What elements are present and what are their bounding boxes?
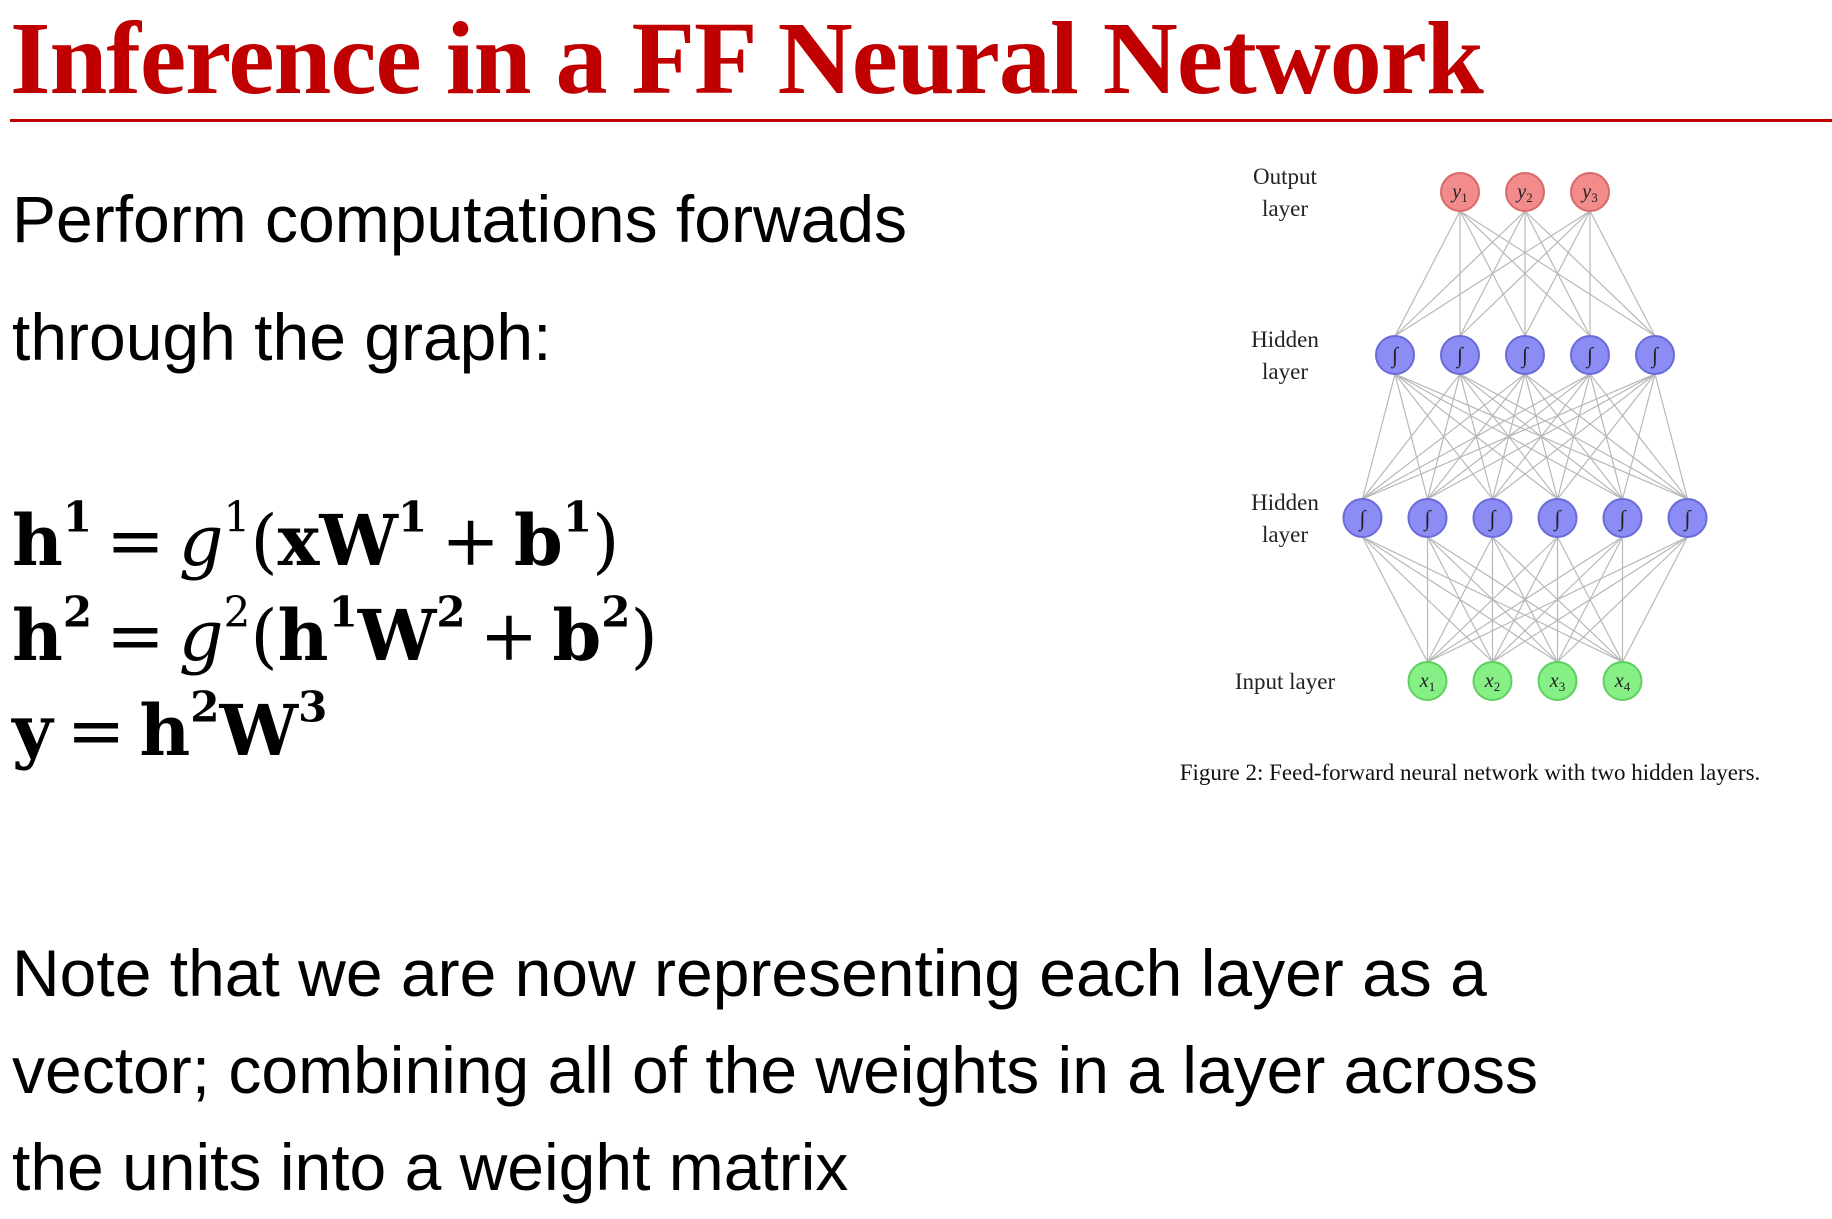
eq2-plus: + bbox=[479, 595, 539, 677]
intro-text: Perform computations forwads through the… bbox=[12, 160, 907, 396]
eq2-equals: = bbox=[106, 595, 165, 677]
eq3-w: W bbox=[219, 689, 299, 772]
eq1-bias-sup: 1 bbox=[562, 492, 593, 542]
eq1-lhs: h bbox=[12, 499, 63, 582]
equation-h2: h2 = g2(h1W2 + b2) bbox=[12, 591, 658, 671]
eq3-equals: = bbox=[66, 690, 126, 772]
edge-l1-n4-to-n1 bbox=[1427, 373, 1656, 500]
eq2-close-paren: ) bbox=[630, 595, 658, 677]
slide-title: Inference in a FF Neural Network bbox=[10, 1, 1484, 116]
eq2-bias-sup: 2 bbox=[601, 587, 631, 637]
edge-l0-n0-to-n0 bbox=[1394, 210, 1461, 337]
equation-y: y = h2W3 bbox=[12, 686, 327, 766]
layer-labels: Output layer Hidden layer Hidden layer Input l… bbox=[1235, 164, 1336, 694]
network-edges bbox=[1361, 210, 1689, 663]
edge-l1-n4-to-n5 bbox=[1654, 373, 1689, 500]
eq1-close-paren: ) bbox=[592, 500, 620, 582]
eq1-input-sup: 1 bbox=[398, 492, 428, 542]
eq1-fn-sup: 1 bbox=[223, 492, 251, 542]
eq2-input-h-sup: 1 bbox=[328, 587, 358, 637]
equation-h1: h1 = g1(xW1 + b1) bbox=[12, 496, 619, 576]
edge-l0-n2-to-n0 bbox=[1394, 210, 1591, 337]
edge-l0-n2-to-n4 bbox=[1589, 210, 1656, 337]
title-underline bbox=[10, 119, 1832, 122]
eq1-input: xW bbox=[277, 499, 399, 582]
layer-label-0-line2: layer bbox=[1262, 196, 1308, 221]
layer-label-2-line2: layer bbox=[1262, 522, 1308, 547]
eq2-input-w: W bbox=[357, 594, 437, 677]
edge-l1-n0-to-n0 bbox=[1361, 373, 1396, 500]
edge-l1-n2-to-n0 bbox=[1362, 373, 1526, 500]
layer-label-3-line1: Input layer bbox=[1235, 669, 1336, 694]
layer-label-0-line1: Output bbox=[1253, 164, 1318, 189]
edge-l2-n5-to-n3 bbox=[1621, 536, 1689, 663]
eq3-h-sup: 2 bbox=[190, 682, 220, 732]
eq1-fn: g bbox=[178, 500, 224, 582]
eq2-input-h: h bbox=[277, 594, 329, 677]
figure-caption: Figure 2: Feed-forward neural network wi… bbox=[1180, 760, 1761, 785]
eq3-w-sup: 3 bbox=[298, 682, 328, 732]
eq1-equals: = bbox=[106, 500, 165, 582]
eq3-lhs: y bbox=[12, 689, 53, 772]
eq2-fn: g bbox=[178, 595, 224, 677]
intro-line-2: through the graph: bbox=[12, 300, 552, 374]
neural-network-diagram: Output layer Hidden layer Hidden layer Input l… bbox=[1180, 164, 1761, 785]
eq2-fn-sup: 2 bbox=[223, 587, 251, 637]
edge-l1-n1-to-n0 bbox=[1362, 373, 1461, 500]
eq1-open-paren: ( bbox=[250, 500, 278, 582]
edge-l2-n0-to-n0 bbox=[1361, 536, 1429, 663]
edge-l1-n4-to-n3 bbox=[1557, 373, 1656, 500]
eq2-open-paren: ( bbox=[250, 595, 278, 677]
edge-l1-n4-to-n0 bbox=[1362, 373, 1656, 500]
note-text: Note that we are now representing each l… bbox=[12, 925, 1812, 1216]
eq1-plus: + bbox=[441, 500, 500, 582]
eq2-lhs-sup: 2 bbox=[62, 587, 93, 637]
note-line-3: the units into a weight matrix bbox=[12, 1130, 849, 1204]
edge-l1-n4-to-n2 bbox=[1492, 373, 1656, 500]
eq2-bias: b bbox=[552, 594, 602, 677]
eq3-h: h bbox=[139, 689, 191, 772]
note-line-1: Note that we are now representing each l… bbox=[12, 936, 1487, 1010]
intro-line-1: Perform computations forwads bbox=[12, 182, 908, 256]
eq1-bias: b bbox=[513, 499, 563, 582]
edge-l2-n5-to-n1 bbox=[1492, 536, 1688, 663]
layer-label-2-line1: Hidden bbox=[1251, 490, 1319, 515]
note-line-2: vector; combining all of the weights in … bbox=[12, 1033, 1539, 1107]
layer-label-1-line2: layer bbox=[1262, 359, 1308, 384]
eq2-lhs: h bbox=[12, 594, 63, 677]
eq1-lhs-sup: 1 bbox=[62, 492, 93, 542]
edge-l1-n4-to-n4 bbox=[1621, 373, 1656, 500]
layer-label-1-line1: Hidden bbox=[1251, 327, 1319, 352]
eq2-input-w-sup: 2 bbox=[436, 587, 466, 637]
edge-l1-n3-to-n0 bbox=[1362, 373, 1591, 500]
